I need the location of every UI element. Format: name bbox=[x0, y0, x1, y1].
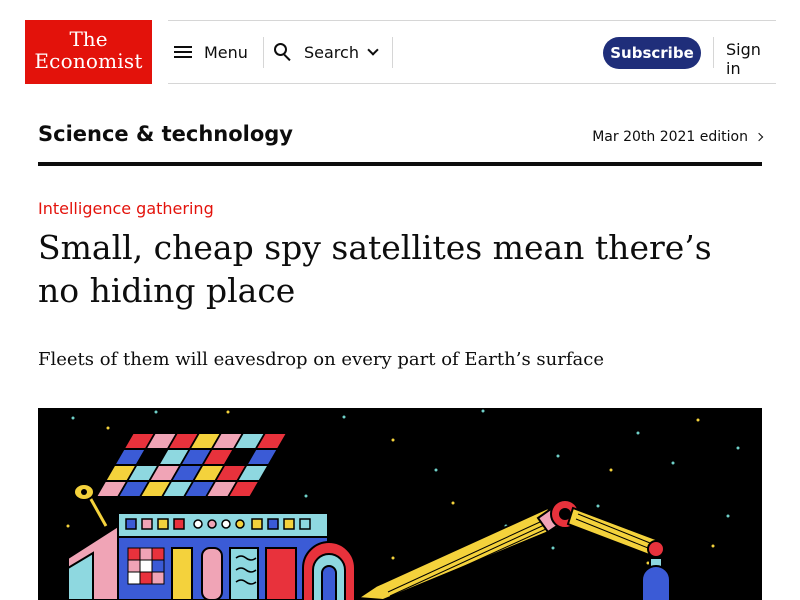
section-title[interactable]: Science & technology bbox=[38, 122, 293, 146]
article-rubric[interactable]: Intelligence gathering bbox=[38, 199, 214, 218]
search-icon bbox=[274, 43, 292, 62]
economist-logo[interactable]: The Economist bbox=[25, 20, 152, 84]
chevron-right-icon bbox=[754, 132, 764, 142]
chevron-down-icon bbox=[367, 44, 379, 56]
section-rule bbox=[38, 162, 762, 166]
menu-icon bbox=[174, 45, 192, 59]
nav-divider bbox=[263, 37, 264, 68]
nav-divider bbox=[392, 37, 393, 68]
search-label: Search bbox=[304, 42, 359, 62]
site-header: The Economist Menu Search Subscribe Sign… bbox=[0, 0, 800, 90]
sign-in-link[interactable]: Sign in bbox=[726, 40, 776, 78]
nav-divider bbox=[713, 37, 714, 68]
logo-line-1: The bbox=[69, 27, 108, 51]
logo-line-2: Economist bbox=[34, 49, 143, 73]
subscribe-button[interactable]: Subscribe bbox=[603, 37, 701, 69]
search-button[interactable]: Search bbox=[274, 38, 379, 66]
edition-label: Mar 20th 2021 edition bbox=[592, 129, 748, 145]
menu-button[interactable]: Menu bbox=[174, 38, 248, 66]
edition-link[interactable]: Mar 20th 2021 edition bbox=[592, 129, 764, 145]
hero-illustration bbox=[38, 408, 762, 600]
top-navigation: Menu Search Subscribe Sign in bbox=[168, 20, 776, 84]
menu-label: Menu bbox=[204, 42, 248, 62]
article-standfirst: Fleets of them will eavesdrop on every p… bbox=[38, 349, 604, 370]
article-headline: Small, cheap spy satellites mean there’s… bbox=[38, 228, 712, 310]
